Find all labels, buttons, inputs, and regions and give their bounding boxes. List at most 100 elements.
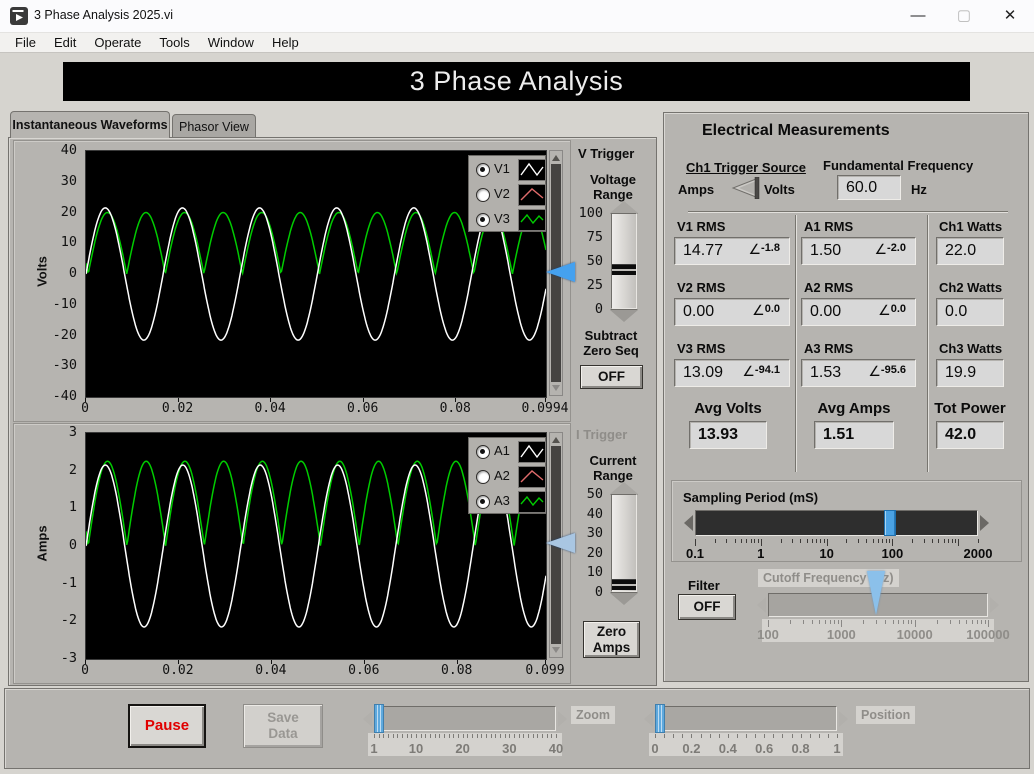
current-range-slider-thumb[interactable] xyxy=(612,579,636,591)
amps-legend-item-a2[interactable]: A2 xyxy=(469,464,546,489)
sampling-period-slider-track[interactable] xyxy=(695,510,978,536)
legend-radio-a3[interactable] xyxy=(476,495,490,509)
value-ch3-watts[interactable]: 19.9 xyxy=(936,359,1004,387)
value-avg-volts[interactable]: 13.93 xyxy=(689,421,767,449)
scrollbar-down-icon[interactable] xyxy=(552,385,560,391)
legend-radio-v3[interactable] xyxy=(476,213,490,227)
cutoff-frequency-slider-tickmark xyxy=(949,620,951,624)
fundamental-frequency-value-box[interactable]: 60.0 xyxy=(837,175,901,200)
value-ch2-watts[interactable]: 0.0 xyxy=(936,298,1004,326)
zoom-slider-tickmark xyxy=(397,734,399,738)
zoom-slider-tickmark xyxy=(444,734,445,738)
legend-radio-v1[interactable] xyxy=(476,163,490,177)
current-range-slider-up-cap[interactable] xyxy=(610,482,638,494)
menu-edit[interactable]: Edit xyxy=(45,35,85,50)
label-v1-rms: V1 RMS xyxy=(677,219,726,234)
cutoff-frequency-slider-right-arrow[interactable] xyxy=(990,597,999,613)
sampling-period-slider-right-arrow[interactable] xyxy=(980,515,989,531)
volts-legend-item-v1[interactable]: V1 xyxy=(469,157,546,182)
amps-legend-item-a1[interactable]: A1 xyxy=(469,439,546,464)
sampling-period-slider-tickmark xyxy=(872,539,874,543)
position-slider-tickmark xyxy=(800,734,802,738)
position-slider-tickmark xyxy=(791,734,793,738)
label-a3-rms: A3 RMS xyxy=(804,341,854,356)
sampling-period-slider-tickmark xyxy=(740,539,742,543)
save-data-button[interactable]: Save Data xyxy=(243,704,323,748)
ch1-trigger-source-switch[interactable] xyxy=(729,176,761,204)
value-a2-rms[interactable]: 0.00 ∠0.0 xyxy=(801,298,916,326)
cutoff-frequency-slider-tickmark xyxy=(907,620,909,624)
voltage-range-slider-track[interactable] xyxy=(611,213,637,309)
tab-phasor-view[interactable]: Phasor View xyxy=(172,114,256,138)
banner-title: 3 Phase Analysis xyxy=(409,66,624,96)
ch1-trigger-source-label: Ch1 Trigger Source xyxy=(686,160,806,175)
zero-amps-button[interactable]: Zero Amps xyxy=(583,621,640,658)
value-a3-rms[interactable]: 1.53 ∠-95.6 xyxy=(801,359,916,387)
value-a1-rms[interactable]: 1.50 ∠-2.0 xyxy=(801,237,916,265)
zoom-slider-track[interactable] xyxy=(374,706,556,731)
volts-ytick: 30 xyxy=(60,172,77,189)
zoom-slider-tickmark xyxy=(378,734,380,738)
cutoff-frequency-slider-thumb[interactable] xyxy=(867,571,886,615)
value-ch1-watts[interactable]: 22.0 xyxy=(936,237,1004,265)
zoom-slider-thumb[interactable] xyxy=(374,704,384,733)
volts-legend-item-v3[interactable]: V3 xyxy=(469,207,546,232)
minimize-button[interactable]: — xyxy=(895,0,941,32)
legend-radio-a1[interactable] xyxy=(476,445,490,459)
separator-under-frequency xyxy=(688,211,1008,213)
zoom-slider-right-arrow[interactable] xyxy=(558,710,567,727)
position-slider-scale-label: 0 xyxy=(651,741,659,756)
filter-off-button[interactable]: OFF xyxy=(678,594,736,620)
scrollbar-up-icon[interactable] xyxy=(552,437,560,443)
zoom-slider-scale-label: 10 xyxy=(408,741,424,756)
value-avg-amps[interactable]: 1.51 xyxy=(814,421,894,449)
value-v2-rms[interactable]: 0.00 ∠0.0 xyxy=(674,298,790,326)
current-range-slider-tick: 0 xyxy=(594,584,603,600)
position-slider-track[interactable] xyxy=(655,706,837,731)
zoom-slider-left-arrow[interactable] xyxy=(363,710,372,727)
position-slider-thumb[interactable] xyxy=(655,704,665,733)
measurement-value: 0.0 xyxy=(945,303,968,320)
pause-button[interactable]: Pause xyxy=(128,704,206,748)
volts-trigger-cursor[interactable] xyxy=(546,262,575,282)
position-slider-right-arrow[interactable] xyxy=(839,710,848,727)
value-v1-rms[interactable]: 14.77 ∠-1.8 xyxy=(674,237,790,265)
tab-instantaneous-waveforms[interactable]: Instantaneous Waveforms xyxy=(10,111,170,138)
legend-radio-a2[interactable] xyxy=(476,470,490,484)
sampling-period-slider-thumb[interactable] xyxy=(884,510,897,536)
volts-legend-item-v2[interactable]: V2 xyxy=(469,182,546,207)
angle-icon: ∠ xyxy=(874,241,888,257)
sampling-period-slider-scale-label: 0.1 xyxy=(685,546,705,561)
menu-tools[interactable]: Tools xyxy=(150,35,198,50)
scrollbar-down-icon[interactable] xyxy=(552,647,560,653)
amps-legend-item-a3[interactable]: A3 xyxy=(469,489,546,514)
trigger-source-volts-label: Volts xyxy=(764,182,795,197)
legend-radio-v2[interactable] xyxy=(476,188,490,202)
angle-value: -94.1 xyxy=(754,364,780,376)
value-tot-power[interactable]: 42.0 xyxy=(936,421,1004,449)
voltage-range-slider-up-cap[interactable] xyxy=(610,201,638,213)
subtract-zero-seq-button[interactable]: OFF xyxy=(580,365,643,389)
amps-trigger-cursor[interactable] xyxy=(546,533,575,553)
position-slider-tickmark xyxy=(727,734,729,738)
current-range-slider-down-cap[interactable] xyxy=(610,593,638,605)
menu-operate[interactable]: Operate xyxy=(85,35,150,50)
voltage-range-slider-down-cap[interactable] xyxy=(610,310,638,322)
scrollbar-up-icon[interactable] xyxy=(552,155,560,161)
current-range-slider-track[interactable] xyxy=(611,494,637,592)
close-button[interactable]: ✕ xyxy=(987,0,1033,32)
menu-window[interactable]: Window xyxy=(199,35,263,50)
menu-help[interactable]: Help xyxy=(263,35,308,50)
cutoff-frequency-slider-left-arrow[interactable] xyxy=(757,597,766,613)
voltage-range-slider-thumb[interactable] xyxy=(612,263,636,275)
maximize-button[interactable]: ▢ xyxy=(941,0,987,32)
sampling-period-slider-left-arrow[interactable] xyxy=(684,515,693,531)
value-v3-rms[interactable]: 13.09 ∠-94.1 xyxy=(674,359,790,387)
angle-icon: ∠ xyxy=(748,241,762,257)
position-slider-left-arrow[interactable] xyxy=(644,710,653,727)
position-slider-tickmark xyxy=(736,734,738,738)
menu-file[interactable]: File xyxy=(6,35,45,50)
amps-ytick: 3 xyxy=(68,424,77,440)
legend-label: A2 xyxy=(494,468,510,483)
window-title: 3 Phase Analysis 2025.vi xyxy=(34,8,173,22)
